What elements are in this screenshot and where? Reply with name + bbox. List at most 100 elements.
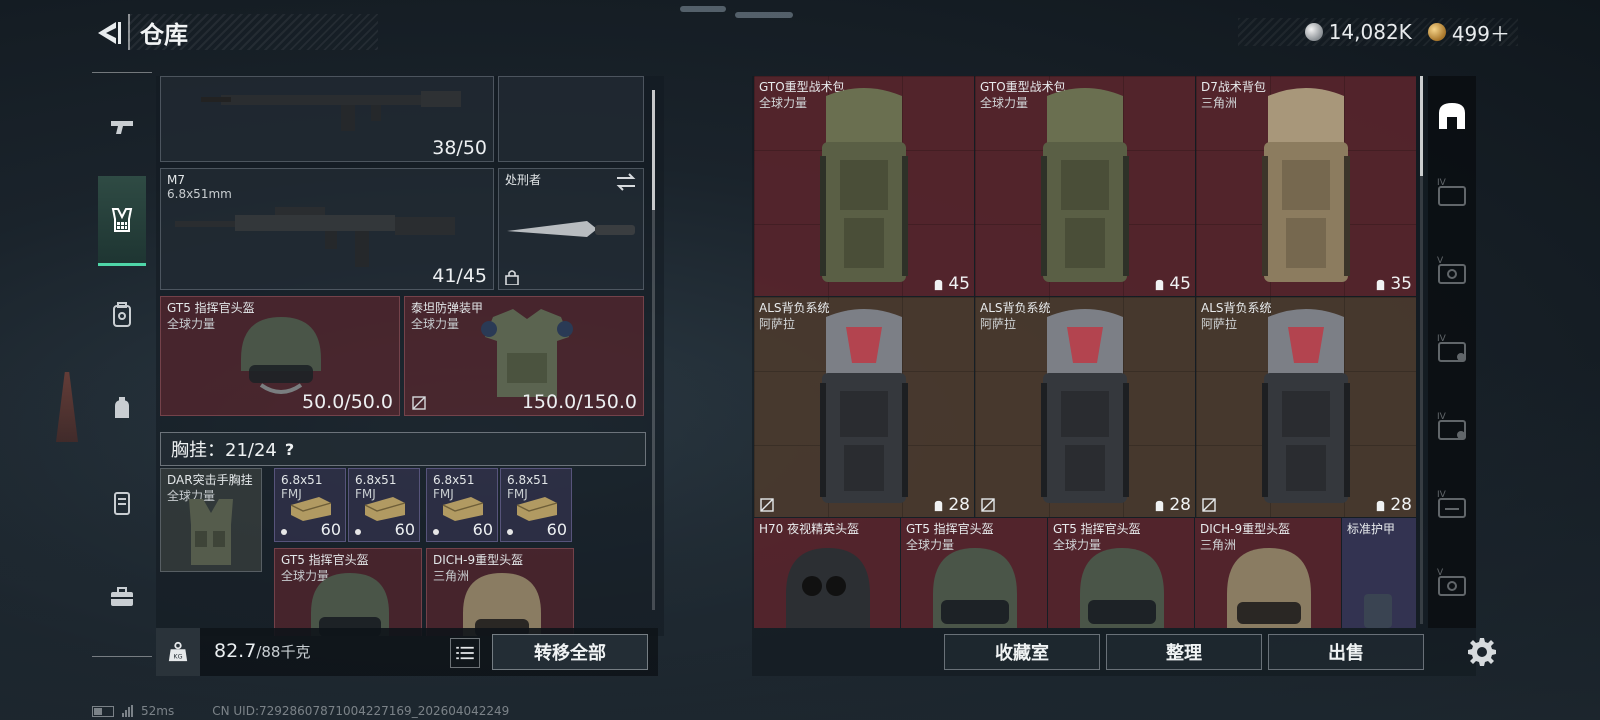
item-name: 标准护甲 — [1347, 522, 1396, 536]
chest-rig-item[interactable]: DAR突击手胸挂 全球力量 — [160, 468, 262, 572]
storage-item[interactable]: GTO重型战术包 全球力量 45 — [975, 76, 1195, 296]
melee-slot[interactable]: 处刑者 — [498, 168, 644, 290]
item-name: GT5 指挥官头盔 — [906, 522, 994, 536]
ammo-slot[interactable]: 6.8x51 FMJ 60 — [426, 468, 498, 542]
primary-weapon-slot[interactable]: 38/50 — [160, 76, 494, 162]
gold-coin-icon — [1427, 23, 1446, 41]
storage-item[interactable]: DICH-9重型头盔 三角洲 — [1195, 518, 1341, 628]
loadout-scrollbar[interactable] — [652, 90, 655, 610]
ammo-slot[interactable]: 6.8x51 FMJ 60 — [500, 468, 572, 542]
sell-button[interactable]: 出售 — [1268, 634, 1424, 670]
storage-item[interactable]: GT5 指挥官头盔 全球力量 — [1048, 518, 1194, 628]
item-name: DICH-9重型头盔 — [1200, 522, 1291, 536]
toolbox-icon — [111, 587, 133, 606]
secondary-weapon-slot[interactable]: M7 6.8x51mm 41/45 — [160, 168, 494, 290]
tab-divider — [92, 656, 152, 657]
item-faction: 阿萨拉 — [759, 317, 796, 331]
ammo-slot[interactable]: 6.8x51 FMJ 60 — [348, 468, 420, 542]
item-capacity: 28 — [1374, 495, 1412, 515]
ammo-slot[interactable]: 6.8x51 FMJ 60 — [274, 468, 346, 542]
storage-item[interactable]: ALS背负系统 阿萨拉 28 — [1196, 297, 1416, 517]
loadout-footer: KG 82.7/88千克 转移全部 — [156, 628, 658, 676]
expansion-case-icon: IV — [1437, 334, 1466, 362]
expansion-case-5-button[interactable]: IV — [1434, 486, 1470, 522]
ammo-marker — [281, 529, 287, 535]
storage-panel: GTO重型战术包 全球力量 45 GTO重型战术包 全球力量 45 D7战术背包… — [752, 76, 1476, 676]
list-view-button[interactable] — [450, 638, 480, 668]
helmet-slot[interactable]: GT5 指挥官头盔 全球力量 50.0/50.0 — [160, 296, 400, 416]
ammo-count: 60 — [394, 520, 415, 539]
tab-backpack[interactable] — [92, 270, 152, 360]
backpack-image — [1041, 88, 1129, 282]
storage-item[interactable]: D7战术背包 三角洲 35 — [1196, 76, 1416, 296]
storage-home-button[interactable] — [1434, 98, 1470, 134]
expansion-case-6-button[interactable]: V — [1434, 564, 1470, 600]
item-faction: 全球力量 — [759, 96, 808, 110]
item-capacity: 45 — [932, 274, 970, 294]
tab-chest-rig[interactable] — [98, 176, 146, 266]
gold-currency-value[interactable]: 499＋ — [1452, 18, 1510, 47]
background-light — [735, 12, 793, 18]
weapon-name: M7 — [167, 173, 185, 187]
storage-item[interactable]: 标准护甲 — [1342, 518, 1416, 628]
tab-case[interactable] — [92, 458, 152, 548]
storage-item[interactable]: ALS背负系统 阿萨拉 28 — [975, 297, 1195, 517]
scrollbar-thumb[interactable] — [1420, 76, 1423, 176]
ammo-marker — [433, 529, 439, 535]
sort-button[interactable]: 整理 — [1106, 634, 1262, 670]
signal-icon — [122, 705, 133, 717]
item-faction: 三角洲 — [1201, 96, 1238, 110]
item-faction: 阿萨拉 — [980, 317, 1017, 331]
armor-image — [1364, 594, 1392, 628]
storage-item[interactable]: ALS背负系统 阿萨拉 28 — [754, 297, 974, 517]
storage-grid: GTO重型战术包 全球力量 45 GTO重型战术包 全球力量 45 D7战术背包… — [754, 76, 1416, 628]
rig-helmet-item[interactable]: DICH-9重型头盔 三角洲 — [426, 548, 574, 636]
storage-scrollbar[interactable] — [1420, 76, 1423, 624]
armor-image — [481, 309, 573, 397]
ammo-name: 6.8x51 — [507, 473, 549, 487]
expansion-case-icon: IV — [1437, 490, 1466, 518]
weapon-caliber: 6.8x51mm — [167, 187, 232, 201]
primary-weapon-ammo: 38/50 — [432, 137, 487, 159]
rig-helmet-item[interactable]: GT5 指挥官头盔 全球力量 — [274, 548, 422, 636]
scrollbar-thumb[interactable] — [652, 90, 655, 210]
expansion-case-icon: V — [1437, 568, 1466, 596]
armor-slot[interactable]: 泰坦防弹装甲 全球力量 150.0/150.0 — [404, 296, 644, 416]
settings-button[interactable] — [1466, 636, 1498, 668]
tab-pouch[interactable] — [92, 364, 152, 454]
swap-icon[interactable] — [615, 173, 637, 191]
back-arrow-icon — [98, 22, 121, 44]
weight-max: /88千克 — [256, 643, 311, 661]
currency-bar: 14,082K 499＋ — [1238, 18, 1518, 46]
expansion-case-4-button[interactable]: IV — [1434, 408, 1470, 444]
transfer-all-button[interactable]: 转移全部 — [492, 634, 648, 670]
chest-rig-header: 胸挂：21/24 ? — [160, 432, 646, 466]
expansion-case-2-button[interactable]: V — [1434, 252, 1470, 288]
storage-item[interactable]: GT5 指挥官头盔 全球力量 — [901, 518, 1047, 628]
tab-toolbox[interactable] — [92, 552, 152, 642]
storage-item[interactable]: GTO重型战术包 全球力量 45 — [754, 76, 974, 296]
item-faction: 全球力量 — [980, 96, 1029, 110]
expansion-case-icon: IV — [1437, 412, 1466, 440]
weight-current: 82.7 — [214, 640, 257, 662]
storage-item[interactable]: H70 夜视精英头盔 — [754, 518, 900, 628]
weight-readout: 82.7/88千克 — [214, 640, 310, 662]
tab-weapons[interactable] — [92, 82, 152, 172]
collection-room-button[interactable]: 收藏室 — [944, 634, 1100, 670]
helmet-durability: 50.0/50.0 — [301, 391, 393, 413]
item-capacity: 35 — [1374, 274, 1412, 294]
help-icon[interactable]: ? — [285, 440, 294, 459]
silver-currency-value: 14,082K — [1328, 20, 1412, 44]
weight-icon: KG — [168, 641, 188, 662]
item-capacity-value: 28 — [948, 495, 970, 515]
ammo-marker — [355, 529, 361, 535]
category-tabs — [92, 72, 152, 672]
expansion-case-1-button[interactable]: IV — [1434, 174, 1470, 210]
expansion-case-icon: V — [1437, 256, 1466, 284]
sidearm-slot-empty[interactable] — [498, 76, 644, 162]
expansion-case-3-button[interactable]: IV — [1434, 330, 1470, 366]
back-button[interactable] — [92, 18, 122, 48]
ammo-box-image — [442, 497, 484, 521]
durability-broken-icon — [412, 396, 426, 410]
durability-broken-icon — [981, 498, 995, 512]
